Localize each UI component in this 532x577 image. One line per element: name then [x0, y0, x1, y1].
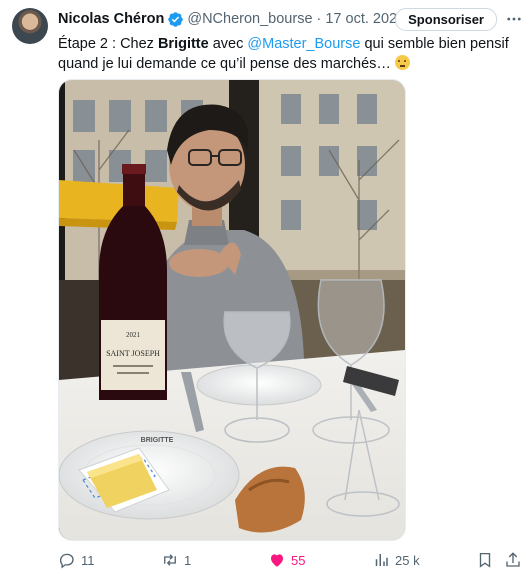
- tweet-text-bold: Brigitte: [157, 36, 209, 52]
- share-button[interactable]: [504, 549, 527, 571]
- reply-icon: [59, 553, 74, 569]
- views-count: 25 k: [395, 552, 420, 568]
- tweet-photo[interactable]: 2021 SAINT JOSEPH BRIGITTE: [58, 79, 406, 541]
- plate-text: BRIGITTE: [141, 437, 174, 444]
- views-chart-icon: [375, 554, 388, 566]
- thinking-face-emoji-icon: [394, 55, 410, 70]
- repost-button[interactable]: 1: [161, 549, 191, 571]
- bottle-year: 2021: [126, 331, 141, 339]
- bottle-label: SAINT JOSEPH: [106, 349, 160, 358]
- repost-icon: [164, 554, 176, 566]
- like-button[interactable]: 55: [268, 549, 305, 571]
- tweet-date[interactable]: 17 oct. 2023: [325, 11, 405, 27]
- photo-illustration: 2021 SAINT JOSEPH BRIGITTE: [59, 80, 405, 540]
- more-options-button[interactable]: [504, 10, 524, 28]
- repost-count: 1: [184, 552, 192, 568]
- like-count: 55: [291, 552, 306, 568]
- mention-link[interactable]: @Master_Bourse: [247, 36, 360, 52]
- tweet-actions: 11 1 55 25 k: [58, 549, 524, 571]
- share-icon: [506, 552, 520, 567]
- views-button[interactable]: 25 k: [372, 549, 420, 571]
- author-handle[interactable]: @NCheron_bourse: [187, 11, 312, 27]
- sponsor-button[interactable]: Sponsoriser: [395, 8, 497, 31]
- tweet-text-part: avec: [208, 36, 248, 52]
- tweet-text-part: Étape 2 : Chez: [58, 36, 158, 52]
- header-separator: ·: [316, 11, 322, 27]
- more-icon: [507, 17, 521, 21]
- verified-badge-icon: [168, 11, 184, 27]
- bookmark-button[interactable]: [476, 549, 499, 571]
- bookmark-icon: [479, 552, 491, 568]
- tweet-header: Nicolas Chéron @NCheron_bourse · 17 oct.…: [58, 9, 405, 29]
- author-avatar[interactable]: [12, 8, 48, 44]
- reply-button[interactable]: 11: [58, 549, 95, 571]
- tweet-text: Étape 2 : Chez Brigitte avec @Master_Bou…: [58, 34, 528, 74]
- heart-icon: [271, 554, 283, 567]
- author-name[interactable]: Nicolas Chéron: [58, 11, 164, 27]
- reply-count: 11: [81, 552, 95, 568]
